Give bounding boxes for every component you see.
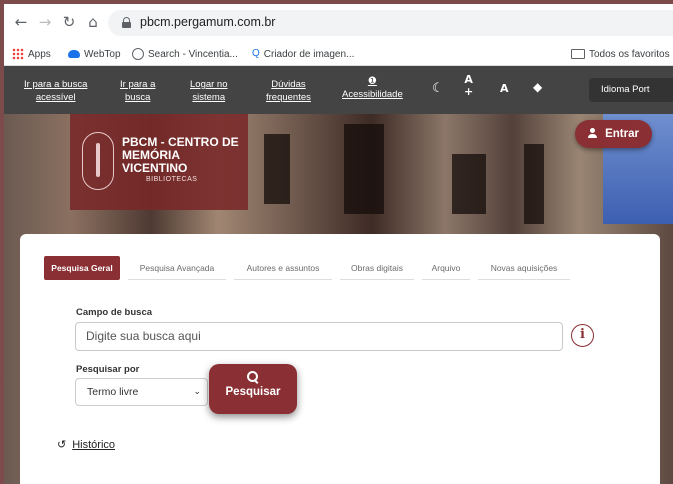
url-text: pbcm.pergamum.com.br: [140, 15, 276, 29]
dark-mode-moon-icon[interactable]: ☾: [432, 81, 444, 96]
link-login[interactable]: Logar no sistema: [190, 78, 228, 104]
info-circle-icon: ❶: [367, 76, 377, 87]
normal-font-button[interactable]: A: [500, 82, 509, 95]
link-accessibility[interactable]: ❶ Acessibilidade: [342, 75, 403, 101]
link-line: Logar no: [190, 79, 228, 90]
cloud-icon: [68, 50, 80, 58]
search-by-value: Termo livre: [87, 386, 139, 398]
link-line: frequentes: [266, 92, 311, 103]
search-by-select[interactable]: Termo livre ⌄: [75, 378, 208, 406]
bookmark-search-vincentia[interactable]: Search - Vincentia...: [132, 47, 238, 61]
font-plus-sign: +: [464, 85, 474, 98]
bookmark-label: Criador de imagen...: [263, 48, 355, 60]
tab-obras-digitais[interactable]: Obras digitais: [340, 256, 414, 280]
ruin-window: [452, 154, 486, 214]
home-icon[interactable]: ⌂: [84, 13, 102, 31]
emblem-icon: [82, 132, 114, 190]
link-line: Ir para a: [120, 79, 156, 90]
link-faq[interactable]: Dúvidas frequentes: [266, 78, 311, 104]
tab-arquivo[interactable]: Arquivo: [422, 256, 470, 280]
link-accessible-search[interactable]: Ir para a busca acessível: [24, 78, 87, 104]
globe-icon: [132, 48, 144, 60]
institution-subtitle: BIBLIOTECAS: [146, 176, 198, 183]
bookmark-criador-imagens[interactable]: Q Criador de imagen...: [252, 47, 354, 61]
all-bookmarks[interactable]: Todos os favoritos: [571, 47, 670, 61]
search-field-label: Campo de busca: [76, 307, 153, 318]
site-accessibility-nav: Ir para a busca acessível Ir para a busc…: [4, 66, 673, 114]
bookmarks-bar: Apps WebTop Search - Vincentia... Q Cria…: [4, 42, 673, 66]
url-field[interactable]: pbcm.pergamum.com.br: [108, 10, 673, 36]
chevron-down-icon: ⌄: [193, 387, 201, 397]
increase-font-button[interactable]: A +: [464, 74, 473, 98]
link-line: Acessibilidade: [342, 89, 403, 100]
institution-logo: PBCM - CENTRO DE MEMÓRIA VICENTINO BIBLI…: [70, 114, 248, 210]
info-icon[interactable]: i: [571, 324, 594, 347]
back-arrow-icon[interactable]: ←: [12, 13, 30, 31]
bookmark-apps[interactable]: Apps: [12, 47, 51, 61]
user-lock-icon: [588, 128, 601, 138]
link-line: Ir para a busca: [24, 79, 88, 90]
search-card: Pesquisa Geral Pesquisa Avançada Autores…: [20, 234, 660, 484]
login-button[interactable]: Entrar: [575, 120, 652, 148]
reload-icon[interactable]: ↻: [60, 13, 78, 31]
magnifier-icon: [246, 370, 260, 384]
history-link[interactable]: ↺ Histórico: [57, 438, 115, 451]
link-line: acessível: [35, 92, 76, 103]
link-go-to-search[interactable]: Ir para a busca: [120, 78, 155, 104]
hero-banner: PBCM - CENTRO DE MEMÓRIA VICENTINO BIBLI…: [4, 114, 673, 484]
ruin-window: [344, 124, 384, 214]
bookmark-label: Apps: [28, 48, 51, 60]
lock-icon: [122, 17, 131, 28]
language-selector[interactable]: Idioma Port: [589, 78, 673, 102]
tab-novas-aquisicoes[interactable]: Novas aquisições: [478, 256, 570, 280]
link-line: sistema: [192, 92, 226, 103]
search-by-label: Pesquisar por: [76, 364, 140, 375]
contrast-drop-icon[interactable]: ◆: [533, 80, 542, 94]
bookmark-webtop[interactable]: WebTop: [68, 47, 121, 61]
forward-arrow-icon[interactable]: →: [36, 13, 54, 31]
history-clock-icon: ↺: [57, 438, 67, 451]
link-line: busca: [125, 92, 151, 103]
search-submit-button[interactable]: Pesquisar: [209, 364, 297, 414]
search-submit-label: Pesquisar: [225, 386, 281, 398]
ruin-window: [524, 144, 544, 224]
bookmark-label: Search - Vincentia...: [148, 48, 238, 60]
folder-icon: [571, 49, 585, 59]
history-label: Histórico: [72, 438, 116, 451]
search-input[interactable]: Digite sua busca aqui: [75, 322, 563, 351]
ruin-window: [264, 134, 290, 204]
bookmark-label: WebTop: [84, 48, 121, 60]
tab-autores-assuntos[interactable]: Autores e assuntos: [234, 256, 332, 280]
address-bar-row: ← → ↻ ⌂ pbcm.pergamum.com.br: [4, 4, 673, 42]
all-bookmarks-label: Todos os favoritos: [589, 48, 670, 60]
tab-pesquisa-geral[interactable]: Pesquisa Geral: [44, 256, 120, 280]
institution-title: PBCM - CENTRO DE MEMÓRIA VICENTINO: [122, 135, 239, 175]
login-label: Entrar: [605, 128, 639, 140]
apps-grid-icon: [12, 48, 24, 60]
browser-chrome: ← → ↻ ⌂ pbcm.pergamum.com.br Apps WebTop…: [4, 4, 673, 66]
tab-pesquisa-avancada[interactable]: Pesquisa Avançada: [128, 256, 226, 280]
search-icon: Q: [252, 48, 260, 59]
link-line: Dúvidas: [271, 79, 306, 90]
